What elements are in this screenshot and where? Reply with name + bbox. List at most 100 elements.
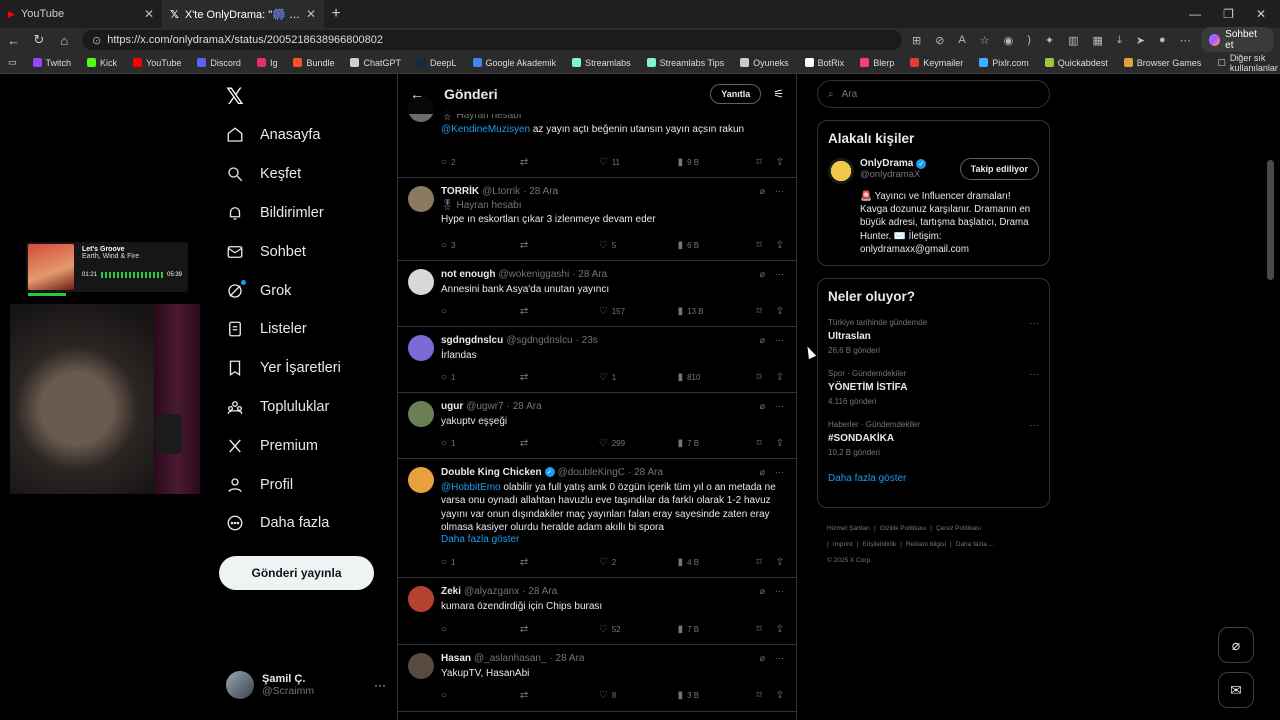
bookmark-item[interactable]: Google Akademik: [472, 58, 556, 68]
author-handle[interactable]: @alyazganx: [464, 586, 519, 597]
tweet[interactable]: Zeki @alyazganx · 28 Ara ⌀ ··· kumara özendir…: [398, 578, 796, 645]
views-button[interactable]: ▮ 810: [678, 372, 757, 383]
close-tab-icon[interactable]: ✕: [306, 7, 316, 21]
footer-link[interactable]: Reklam bilgisi: [906, 541, 946, 548]
browser-tab[interactable]: ▶ YouTube ✕: [0, 0, 162, 28]
minimize-icon[interactable]: —: [1189, 7, 1201, 21]
mention-link[interactable]: @KendineMuzisyen: [441, 124, 530, 135]
bookmark-icon[interactable]: ⌑: [756, 306, 761, 317]
app-available-icon[interactable]: ⊞: [912, 34, 921, 47]
retweet-button[interactable]: ⇄: [520, 438, 599, 449]
like-button[interactable]: ♡ 52: [599, 624, 678, 635]
bookmark-icon[interactable]: ⌑: [756, 157, 761, 168]
retweet-button[interactable]: ⇄: [520, 557, 599, 568]
nav-item-communities[interactable]: Topluluklar: [226, 388, 341, 427]
home-icon[interactable]: ⌂: [57, 33, 72, 48]
reply-button[interactable]: Yanıtla: [710, 84, 762, 104]
browser-tab-active[interactable]: 𝕏 X'te OnlyDrama: "🎆 2025'in en k ✕: [162, 0, 324, 28]
grok-icon[interactable]: ⌀: [760, 467, 765, 478]
scrollbar[interactable]: [1267, 160, 1274, 280]
refresh-icon[interactable]: ↻: [31, 32, 46, 48]
reply-button[interactable]: ○ 1: [441, 557, 520, 568]
favorite-star-icon[interactable]: ☆: [980, 34, 990, 47]
avatar[interactable]: [408, 186, 434, 212]
tweet-time[interactable]: · 28 Ara: [507, 401, 542, 412]
avatar[interactable]: [828, 158, 854, 184]
like-button[interactable]: ♡ 2: [599, 557, 678, 568]
bookmark-item[interactable]: Discord: [197, 58, 241, 68]
bookmark-icon[interactable]: ⌑: [756, 438, 761, 449]
author-name[interactable]: sgdngdnslcu: [441, 335, 503, 346]
footer-link[interactable]: © 2025 X Corp.: [827, 557, 872, 564]
nav-item-x[interactable]: Premium: [226, 426, 341, 465]
collections-icon[interactable]: ▦: [1093, 34, 1103, 47]
tweet[interactable]: not enough @wokeniggashi · 28 Ara ⌀ ··· Annes…: [398, 261, 796, 327]
trend-name[interactable]: Ultraslan: [828, 331, 1039, 342]
more-dots-icon[interactable]: ···: [775, 269, 784, 280]
share-icon[interactable]: ➤: [1136, 34, 1145, 47]
more-dots-icon[interactable]: ···: [1029, 420, 1039, 431]
trend-name[interactable]: #SONDAKİKA: [828, 433, 1039, 444]
tweet-time[interactable]: · 23s: [576, 335, 598, 346]
footer-link[interactable]: Erişilebilirlik: [862, 541, 896, 548]
extension-icon[interactable]: ◉: [1004, 34, 1014, 47]
grok-icon[interactable]: ⌀: [760, 269, 765, 280]
views-button[interactable]: ▮ 7 B: [678, 624, 757, 635]
bookmark-item[interactable]: Blerp: [860, 58, 894, 68]
nav-item-home[interactable]: Anasayfa: [226, 116, 341, 155]
messages-fab-icon[interactable]: ✉: [1218, 672, 1254, 708]
grok-fab-icon[interactable]: ⌀: [1218, 627, 1254, 663]
retweet-button[interactable]: ⇄: [520, 306, 599, 317]
copilot-button[interactable]: Sohbet et: [1200, 27, 1274, 53]
more-dots-icon[interactable]: ···: [775, 653, 784, 664]
reply-button[interactable]: ○ 1: [441, 438, 520, 449]
account-switcher[interactable]: Şamil Ç. @Scraimm ···: [226, 671, 386, 699]
tweet-time[interactable]: · 28 Ara: [549, 653, 584, 664]
url-field[interactable]: ⊙ https://x.com/onlydramaX/status/200521…: [81, 30, 902, 50]
author-name[interactable]: not enough: [441, 269, 495, 280]
trend-item[interactable]: Haberler · Gündemdekiler #SONDAKİKA 10,2 B…: [828, 420, 1039, 457]
like-button[interactable]: ♡ 157: [599, 306, 678, 317]
trend-item[interactable]: Türkiye tarihinde gündemde Ultraslan 26,6 …: [828, 318, 1039, 355]
nav-item-list[interactable]: Listeler: [226, 310, 341, 349]
reply-button[interactable]: ○ 1: [441, 372, 520, 383]
more-dots-icon[interactable]: ···: [1029, 369, 1039, 380]
tweet-time[interactable]: · 28 Ara: [523, 186, 558, 197]
author-handle[interactable]: @doubleKingC: [558, 467, 625, 478]
tweet[interactable]: Hasan @_aslanhasan_ · 28 Ara ⌀ ··· YakupTV, H…: [398, 645, 796, 712]
footer-link[interactable]: Gizlilik Politikası: [880, 525, 927, 532]
bookmark-icon[interactable]: ⌑: [756, 372, 761, 383]
avatar[interactable]: [408, 586, 434, 612]
more-dots-icon[interactable]: ···: [775, 401, 784, 412]
tracking-icon[interactable]: ⊘: [935, 34, 944, 47]
nav-item-mail[interactable]: Sohbet: [226, 232, 341, 271]
person-card[interactable]: OnlyDrama ✓ @onlydramaX Takip ediliyor: [828, 158, 1039, 184]
extension-icon[interactable]: ): [1027, 34, 1031, 47]
author-handle[interactable]: @sgdngdnslcu: [506, 335, 572, 346]
tweet[interactable]: Double King Chicken ✓ @doubleKingC · 28 Ara…: [398, 459, 796, 578]
like-button[interactable]: ♡ 8: [599, 690, 678, 701]
like-button[interactable]: ♡ 299: [599, 438, 678, 449]
footer-link[interactable]: Hizmet Şartları: [827, 525, 870, 532]
mention-link[interactable]: @HobbitEmo: [441, 482, 501, 493]
grok-icon[interactable]: ⌀: [760, 586, 765, 597]
avatar[interactable]: [408, 335, 434, 361]
author-handle[interactable]: @ugwr7: [466, 401, 503, 412]
avatar[interactable]: [408, 467, 434, 493]
bookmark-item[interactable]: YouTube: [133, 58, 181, 68]
author-handle[interactable]: @Ltorrik: [482, 186, 520, 197]
downloads-icon[interactable]: ⤓: [1117, 34, 1122, 47]
reply-button[interactable]: ○: [441, 306, 520, 317]
bookmark-item[interactable]: Streamlabs: [572, 58, 631, 68]
bookmark-icon[interactable]: ⌑: [756, 690, 761, 701]
author-name[interactable]: Hasan: [441, 653, 471, 664]
bookmark-item[interactable]: Pixlr.com: [979, 58, 1029, 68]
bookmark-item[interactable]: Bundle: [293, 58, 334, 68]
x-logo-icon[interactable]: 𝕏: [226, 84, 244, 110]
more-dots-icon[interactable]: ···: [1029, 318, 1039, 329]
more-dots-icon[interactable]: ···: [775, 586, 784, 597]
more-dots-icon[interactable]: ···: [775, 186, 784, 197]
reply-button[interactable]: ○ 2: [441, 157, 520, 168]
close-tab-icon[interactable]: ✕: [144, 7, 154, 21]
grok-icon[interactable]: ⌀: [760, 335, 765, 346]
